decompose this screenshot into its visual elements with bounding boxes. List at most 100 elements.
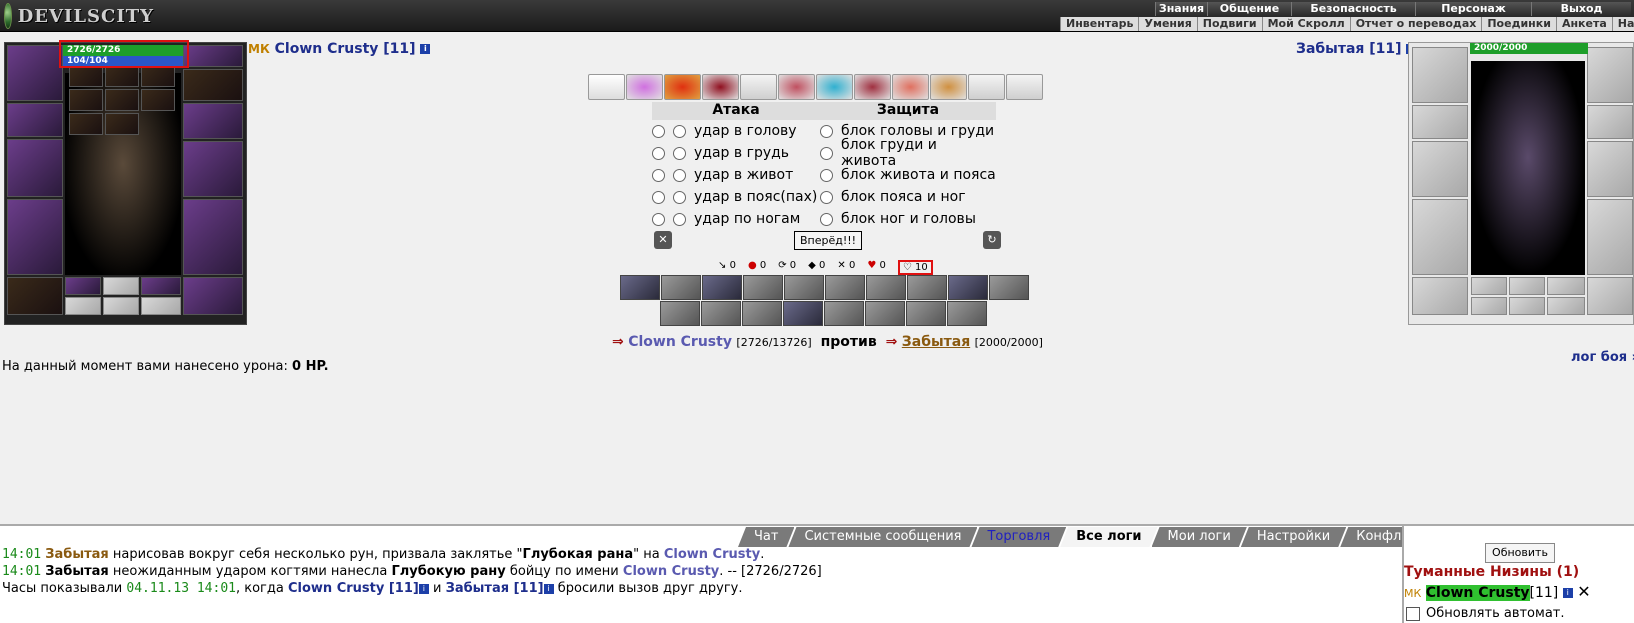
enemy-amulet-slot[interactable] [1587,47,1633,103]
block-radio[interactable] [820,212,833,226]
effect-slot-5[interactable] [740,74,777,100]
log-actor[interactable]: Забытая [45,547,109,562]
attack-option[interactable]: удар в голову [652,120,820,142]
attack-option[interactable]: удар в живот [652,164,820,186]
legs-slot[interactable] [183,199,243,275]
spell-slot-1[interactable] [69,65,103,87]
skill-slot[interactable] [824,301,864,326]
tab-system-messages[interactable]: Системные сообщения [788,527,977,547]
submenu-skills[interactable]: Умения [1138,17,1196,31]
enemy-misc-slot-2[interactable] [1509,277,1545,295]
skill-slot[interactable] [907,275,947,300]
enemy-shield-slot[interactable] [1587,141,1633,197]
enemy-gloves-slot[interactable] [1587,105,1633,139]
battle-log-link[interactable]: лог боя » [1571,350,1634,365]
spell-slot-3[interactable] [141,65,175,87]
skill-slot[interactable] [743,275,783,300]
block-option[interactable]: блок ног и головы [820,208,996,230]
attack-radio-left[interactable] [652,190,665,204]
enemy-misc-slot-3[interactable] [1547,277,1585,295]
block-radio[interactable] [820,124,833,138]
misc-slot-1[interactable] [65,277,101,295]
player-name-header[interactable]: МК Clown Crusty [11] i [248,41,431,57]
submenu-transfer-report[interactable]: Отчет о переводах [1349,17,1482,31]
attack-option[interactable]: удар в пояс(пах) [652,186,820,208]
forward-button[interactable]: Вперёд!!! [794,231,862,250]
versus-enemy-name[interactable]: Забытая [902,334,970,350]
attack-radio-left[interactable] [652,124,665,138]
location-user[interactable]: МК Clown Crusty[11] i ✕ [1404,582,1591,601]
tab-settings[interactable]: Настройки [1241,527,1346,547]
info-icon[interactable]: i [418,583,429,594]
attack-radio-right[interactable] [673,168,686,182]
menu-knowledge[interactable]: Знания [1155,2,1207,16]
attack-radio-left[interactable] [652,146,665,160]
misc-slot-2[interactable] [103,277,139,295]
shield-right-icon[interactable]: ↻ [983,231,1001,249]
skill-slot[interactable] [742,301,782,326]
skill-slot[interactable] [948,275,988,300]
skill-slot[interactable] [620,275,660,300]
offhand-slot[interactable] [183,141,243,197]
info-icon[interactable]: i [420,44,431,54]
enemy-helmet-slot[interactable] [1412,47,1468,103]
info-icon[interactable]: i [1562,588,1573,598]
tab-chat[interactable]: Чат [738,527,794,547]
effect-slot-4[interactable] [702,74,739,100]
enemy-boots-slot[interactable] [1587,277,1633,315]
skill-slot[interactable] [661,275,701,300]
auto-refresh-checkbox[interactable] [1406,606,1420,621]
rings-slot[interactable] [183,69,243,101]
log-player[interactable]: Забытая [11] [446,581,544,596]
skill-slot[interactable] [947,301,987,326]
enemy-bracers-slot[interactable] [1412,105,1468,139]
misc-slot-4[interactable] [65,297,101,315]
refresh-button[interactable]: Обновить [1485,543,1555,563]
attack-option[interactable]: удар в грудь [652,142,820,164]
skill-slot[interactable] [906,301,946,326]
block-option[interactable]: блок пояса и ног [820,186,996,208]
versus-player-name[interactable]: Clown Crusty [628,334,732,350]
submenu-inventory[interactable]: Инвентарь [1060,17,1138,31]
skill-slot[interactable] [660,301,700,326]
menu-security[interactable]: Безопасность [1291,2,1415,16]
block-option[interactable]: блок груди и живота [820,137,996,169]
attack-radio-left[interactable] [652,212,665,226]
submenu-settings[interactable]: Настройки [1611,17,1634,31]
spell-slot-5[interactable] [105,89,139,111]
log-player[interactable]: Clown Crusty [11] [288,581,419,596]
skill-slot[interactable] [784,275,824,300]
effect-slot-1[interactable] [588,74,625,100]
spell-slot-2[interactable] [105,65,139,87]
skill-slot[interactable] [783,301,823,326]
effect-slot-8[interactable] [854,74,891,100]
enemy-armor-slot[interactable] [1412,199,1468,275]
block-option[interactable]: блок живота и пояса [820,164,996,186]
misc-slot-5[interactable] [103,297,139,315]
menu-communication[interactable]: Общение [1207,2,1291,16]
enemy-legs-slot[interactable] [1587,199,1633,275]
enemy-misc-slot-6[interactable] [1547,297,1585,315]
boots-slot[interactable] [183,277,243,315]
block-radio[interactable] [820,190,833,204]
menu-exit[interactable]: Выход [1531,2,1631,16]
log-target[interactable]: Clown Crusty [664,547,760,562]
tab-trade[interactable]: Торговля [971,527,1066,547]
skill-slot[interactable] [989,275,1029,300]
enemy-name-header[interactable]: Забытая [11] i [1296,41,1417,57]
effect-slot-3[interactable] [664,74,701,100]
attack-radio-right[interactable] [673,124,686,138]
effect-slot-12[interactable] [1006,74,1043,100]
belt-slot[interactable] [7,277,63,315]
spell-slot-4[interactable] [69,89,103,111]
skill-slot[interactable] [865,301,905,326]
skill-slot[interactable] [866,275,906,300]
submenu-my-scroll[interactable]: Мой Скролл [1261,17,1350,31]
block-radio[interactable] [820,146,833,160]
helmet-slot[interactable] [7,45,63,101]
gloves-slot[interactable] [183,103,243,139]
log-actor[interactable]: Забытая [45,564,109,579]
enemy-misc-slot-1[interactable] [1471,277,1507,295]
enemy-belt-slot[interactable] [1412,277,1468,315]
skill-slot[interactable] [702,275,742,300]
